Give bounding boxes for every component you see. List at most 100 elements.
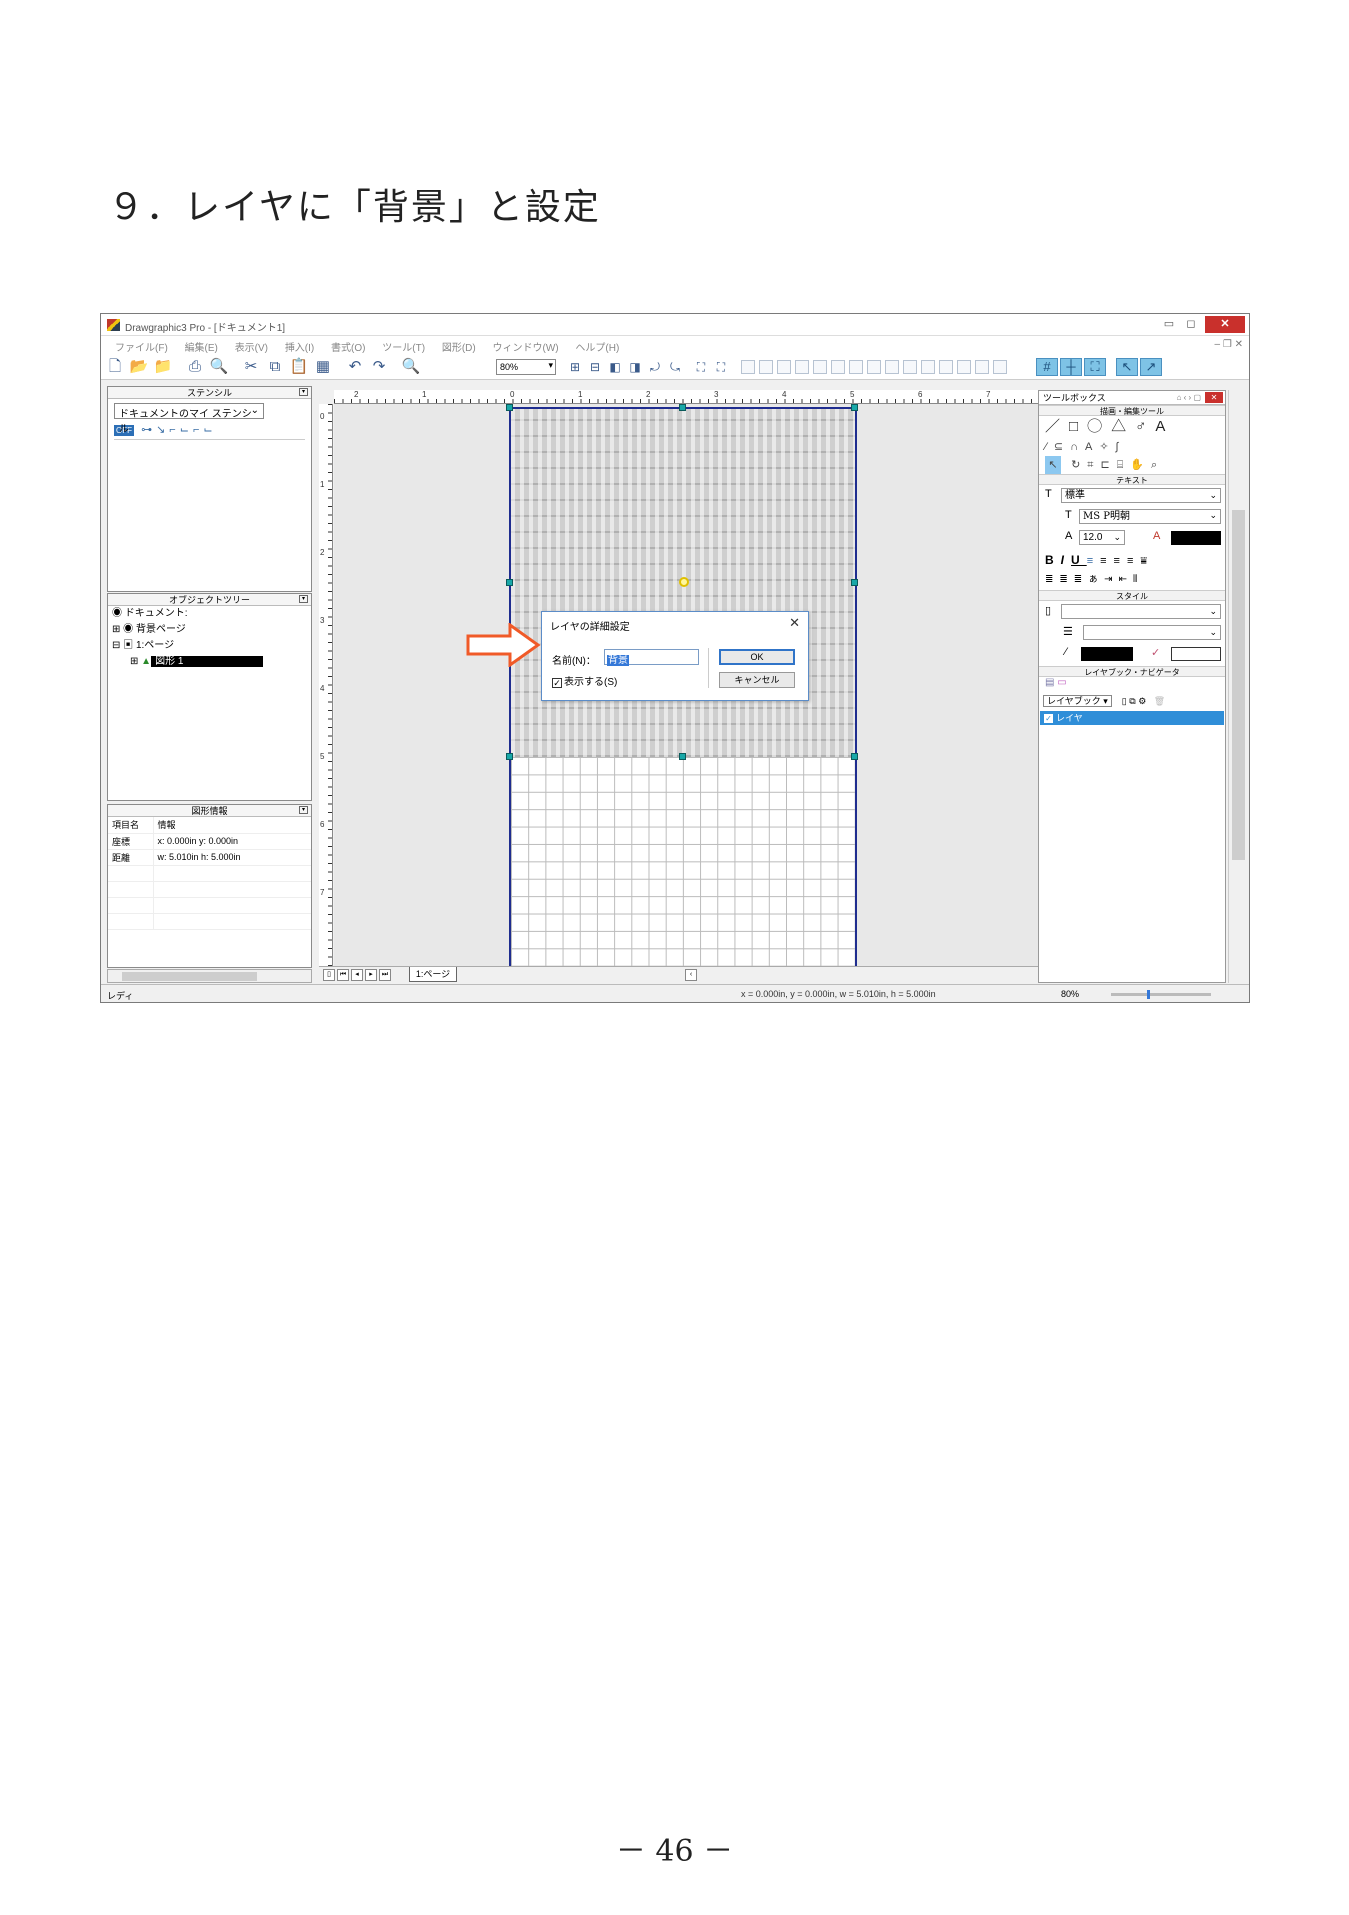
menu-window[interactable]: ウィンドウ(W) <box>493 339 559 354</box>
selection-handle[interactable] <box>851 753 858 760</box>
collapse-icon[interactable]: ⊟ <box>112 640 120 651</box>
expand-icon[interactable]: ⊞ <box>130 656 138 667</box>
selection-handle[interactable] <box>679 404 686 411</box>
text-path-icon[interactable]: A <box>1085 441 1099 453</box>
star-tool-icon[interactable]: ✧ <box>1099 441 1115 453</box>
toolbar-slot-icon[interactable] <box>777 360 791 374</box>
text-style-select[interactable]: T 標準 ⌄ <box>1043 487 1221 506</box>
toolbar-slot-icon[interactable] <box>741 360 755 374</box>
menu-format[interactable]: 書式(O) <box>331 339 365 354</box>
align-left-icon[interactable]: ≡ <box>1087 555 1100 567</box>
save-icon[interactable]: 📁 <box>153 358 173 376</box>
menu-file[interactable]: ファイル(F) <box>115 339 168 354</box>
pointer-icon[interactable]: ↖ <box>1116 358 1138 376</box>
grid-icon[interactable]: # <box>1036 358 1058 376</box>
toolbar-slot-icon[interactable] <box>993 360 1007 374</box>
rotate-icon[interactable]: ⤾ <box>645 358 665 376</box>
line-color-icon[interactable]: ⁄ <box>1065 646 1067 658</box>
scrollbar-thumb[interactable] <box>122 972 257 981</box>
outdent-icon[interactable]: ⇤ <box>1119 574 1133 585</box>
menu-insert[interactable]: 挿入(I) <box>285 339 314 354</box>
selection-handle[interactable] <box>851 579 858 586</box>
rotation-center-handle[interactable] <box>679 577 689 587</box>
toolbar-slot-icon[interactable] <box>885 360 899 374</box>
ok-button[interactable]: OK <box>719 649 795 665</box>
distribute-icon[interactable]: ⊟ <box>585 358 605 376</box>
redo-icon[interactable]: ↷ <box>369 358 389 376</box>
first-page-icon[interactable]: ⏮ <box>337 969 349 981</box>
selection-handle[interactable] <box>506 404 513 411</box>
layer-list-item[interactable]: ✓ レイヤ <box>1040 711 1224 725</box>
zoom-tool-icon[interactable]: ⌕ <box>1151 459 1164 471</box>
selection-handle[interactable] <box>679 753 686 760</box>
toolbar-slot-icon[interactable] <box>903 360 917 374</box>
toolbar-slot-icon[interactable] <box>975 360 989 374</box>
cut-icon[interactable]: ✂ <box>241 358 261 376</box>
stencil-connector-icon[interactable]: ⌙ <box>180 424 193 436</box>
tree-item-background-page[interactable]: ⊞ ◉ 背景ページ <box>108 622 311 638</box>
select-tool-icon[interactable]: ↖ <box>1045 456 1061 474</box>
ruby-icon[interactable]: ぁ <box>1088 574 1104 585</box>
delete-layer-icon[interactable]: 🗑 <box>1154 696 1165 706</box>
new-icon[interactable]: 🗋 <box>105 358 125 376</box>
tree-item-shape-1[interactable]: ⊞ ▲ 図形 1 <box>108 654 311 670</box>
close-button[interactable]: ✕ <box>1205 316 1245 333</box>
checkbox-checked-icon[interactable]: ✓ <box>1044 714 1053 723</box>
layer-tab-icon[interactable]: ▤ <box>1045 677 1054 688</box>
prev-page-icon[interactable]: ◂ <box>351 969 363 981</box>
scroll-left-icon[interactable]: ‹ <box>685 969 697 981</box>
stencil-select[interactable]: ドキュメントのマイ ステンシル ⌄ <box>114 403 264 435</box>
align-top-icon[interactable]: ≣ <box>1045 574 1059 585</box>
toolbar-slot-icon[interactable] <box>759 360 773 374</box>
open-icon[interactable]: 📂 <box>129 358 149 376</box>
toolbar-slot-icon[interactable] <box>831 360 845 374</box>
freehand-tool-icon[interactable]: ∫ <box>1116 441 1126 453</box>
copy-icon[interactable]: ⧉ <box>265 358 285 376</box>
panel-menu-icon[interactable]: ▾ <box>299 388 308 396</box>
paste-icon[interactable]: 📋 <box>289 358 309 376</box>
group-icon[interactable]: ⛶ <box>691 358 711 376</box>
text-tool-icon[interactable]: A <box>1155 418 1174 435</box>
send-back-icon[interactable]: ◨ <box>625 358 645 376</box>
connector-icon[interactable]: ↗ <box>1140 358 1162 376</box>
toolbox-nav-icons[interactable]: ⌂ ‹ › ▢ <box>1177 391 1201 405</box>
vertical-align-icon[interactable]: ⩸ <box>1140 555 1154 567</box>
justify-icon[interactable]: ≡ <box>1127 555 1140 567</box>
menu-shape[interactable]: 図形(D) <box>442 339 476 354</box>
selection-handle[interactable] <box>506 579 513 586</box>
layerbook-dropdown[interactable]: レイヤブック ▾ <box>1043 695 1112 707</box>
ellipse-tool-icon[interactable]: ◯ <box>1087 418 1111 435</box>
stencil-connector-icon[interactable]: ⌙ <box>203 424 216 436</box>
tree-item-page-1[interactable]: ⊟ ▣ 1:ページ <box>108 638 311 654</box>
italic-icon[interactable]: I <box>1061 553 1071 567</box>
rectangle-tool-icon[interactable]: □ <box>1069 418 1087 435</box>
stencil-connector-icon[interactable]: ⌐ <box>193 424 203 436</box>
page-nav-button[interactable]: ▯ <box>323 969 335 981</box>
menu-edit[interactable]: 編集(E) <box>185 339 218 354</box>
print-preview-icon[interactable]: 🔍 <box>209 358 229 376</box>
align-middle-icon[interactable]: ≣ <box>1059 574 1073 585</box>
line-tool-icon[interactable]: ／ <box>1045 418 1069 435</box>
line-style-select[interactable]: ☰ ⌄ <box>1043 624 1221 643</box>
pan-tool-icon[interactable]: ✋ <box>1130 459 1151 471</box>
tree-item-document[interactable]: ◉ ドキュメント: <box>108 606 311 622</box>
selection-handle[interactable] <box>506 753 513 760</box>
pen-tool-icon[interactable]: ∕ <box>1045 441 1054 453</box>
fill-color-swatch[interactable] <box>1171 647 1221 661</box>
stencil-connector-icon[interactable]: ⊶ <box>141 424 156 436</box>
zoom-slider-knob[interactable] <box>1147 990 1150 999</box>
fill-color-icon[interactable]: ✓ <box>1151 646 1160 659</box>
arc-tool-icon[interactable]: ⊆ <box>1054 441 1070 453</box>
zoom-slider[interactable] <box>1111 990 1211 999</box>
panel-menu-icon[interactable]: ▾ <box>299 595 308 603</box>
visible-checkbox[interactable]: ✓ 表示する(S) <box>552 673 617 688</box>
trim-tool-icon[interactable]: ⊏ <box>1100 459 1116 471</box>
expand-icon[interactable]: ⊞ <box>112 624 120 635</box>
new-layer-icon[interactable]: ▯ <box>1122 696 1127 706</box>
menu-tools[interactable]: ツール(T) <box>382 339 425 354</box>
stencil-connector-icon[interactable]: ⌐ <box>169 424 179 436</box>
selection-handle[interactable] <box>851 404 858 411</box>
snap-icon[interactable]: ⛶ <box>1084 358 1106 376</box>
font-color-icon[interactable]: A <box>1153 530 1160 542</box>
line-color-swatch[interactable] <box>1081 647 1133 661</box>
